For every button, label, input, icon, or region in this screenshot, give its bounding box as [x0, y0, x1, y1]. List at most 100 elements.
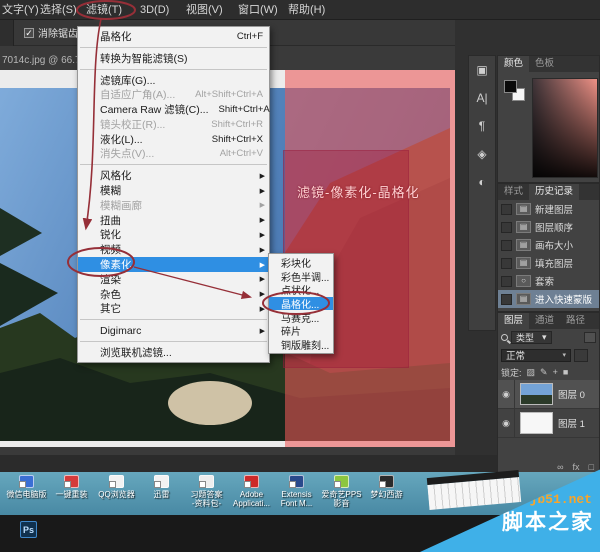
pixelate-submenu-item[interactable]: 铜版雕刻...	[269, 338, 333, 352]
layer-thumbnail[interactable]	[520, 383, 553, 405]
pixelate-submenu-item[interactable]: 马赛克...	[269, 310, 333, 324]
menubar-item-2[interactable]: 选择(S)	[40, 0, 77, 20]
desktop-shortcut[interactable]: Extensis Font M...	[274, 475, 319, 508]
lock-position-icon[interactable]: +	[553, 367, 558, 377]
visibility-eye-icon[interactable]: ◉	[498, 380, 515, 408]
filter-menu-item[interactable]: 液化(L)...Shift+Ctrl+X	[78, 132, 269, 147]
history-state-row[interactable]: ▤图层顺序	[498, 218, 599, 236]
menubar-item-1[interactable]: 文字(Y)	[2, 0, 39, 20]
menubar-item-3[interactable]: 滤镜(T)	[86, 0, 122, 20]
filter-menu-item[interactable]: 风格化▶	[78, 168, 269, 183]
layer-row[interactable]: ◉ 图层 0	[498, 380, 599, 409]
panel-tab-样式[interactable]: 样式	[498, 184, 529, 200]
history-source-checkbox[interactable]	[501, 222, 512, 233]
layer-row[interactable]: ◉图层 1	[498, 409, 599, 438]
layer-filter-toggle-icon[interactable]	[584, 332, 596, 343]
filter-menu-item[interactable]: 转换为智能滤镜(S)	[78, 51, 269, 66]
paragraph-icon[interactable]: ¶	[479, 120, 485, 132]
panel-tab-图层[interactable]: 图层	[498, 313, 529, 329]
menubar-item-4[interactable]: 3D(D)	[140, 0, 169, 20]
desktop-shortcut-label: Extensis Font M...	[281, 490, 313, 508]
pixelate-submenu-item[interactable]: 彩块化	[269, 256, 333, 270]
filter-menu-item[interactable]: 杂色▶	[78, 287, 269, 302]
history-source-checkbox[interactable]	[501, 258, 512, 269]
layer-filter-kind-dropdown[interactable]: 类型 ▾	[511, 331, 552, 344]
filter-menu-item[interactable]: 模糊画廊▶	[78, 198, 269, 213]
desktop-shortcut-icon	[19, 475, 34, 488]
desktop-shortcut[interactable]: 爱奇艺PPS 影音	[319, 475, 364, 508]
filter-menu-item[interactable]: 消失点(V)...Alt+Ctrl+V	[78, 147, 269, 162]
filter-menu-item[interactable]: 渲染▶	[78, 272, 269, 287]
history-state-row[interactable]: ○套索	[498, 272, 599, 290]
pixelate-submenu-item[interactable]: 彩色半调...	[269, 270, 333, 284]
desktop-shortcut[interactable]: 习题答案 -资料包-	[184, 475, 229, 508]
filter-menu-item[interactable]: 滤镜库(G)...	[78, 73, 269, 88]
layer-filter-row: 类型 ▾	[498, 329, 599, 346]
filter-menu-item[interactable]: 自适应广角(A)...Alt+Shift+Ctrl+A	[78, 87, 269, 102]
filter-menu-item[interactable]: Digimarc▶	[78, 323, 269, 338]
submenu-arrow-icon: ▶	[260, 290, 265, 298]
link-layers-icon[interactable]: ∞	[557, 462, 563, 472]
3d-icon[interactable]: ◈	[477, 148, 486, 160]
filter-menu-item[interactable]: 扭曲▶	[78, 213, 269, 228]
pixelate-submenu-item[interactable]: 碎片	[269, 324, 333, 338]
lock-row: 锁定: ▨✎+■	[498, 364, 599, 380]
menu-separator	[80, 164, 267, 165]
color-picker-gradient[interactable]	[532, 78, 598, 178]
history-source-checkbox[interactable]	[501, 276, 512, 287]
menubar-item-6[interactable]: 窗口(W)	[238, 0, 278, 20]
panel-tab-通道[interactable]: 通道	[529, 313, 560, 329]
history-state-row[interactable]: ▤新建图层	[498, 200, 599, 218]
history-state-row[interactable]: ▤画布大小	[498, 236, 599, 254]
lock-all-icon[interactable]: ■	[563, 367, 568, 377]
layer-thumbnail[interactable]	[520, 412, 553, 434]
history-source-checkbox[interactable]	[501, 294, 512, 305]
desktop-shortcut[interactable]: Adobe Applicati...	[229, 475, 274, 508]
menubar-item-7[interactable]: 帮助(H)	[288, 0, 325, 20]
foreground-color-swatch[interactable]	[504, 80, 517, 93]
menubar-item-5[interactable]: 视图(V)	[186, 0, 223, 20]
panel-tab-历史记录[interactable]: 历史记录	[529, 184, 579, 200]
lock-pixels-icon[interactable]: ✎	[540, 367, 548, 378]
foreground-background-swatches[interactable]	[504, 80, 526, 102]
filter-menu-item[interactable]: 视频▶	[78, 242, 269, 257]
desktop-shortcut[interactable]: QQ浏览器	[94, 475, 139, 508]
filter-menu-item[interactable]: 镜头校正(R)...Shift+Ctrl+R	[78, 117, 269, 132]
visibility-eye-icon[interactable]: ◉	[498, 409, 515, 437]
filter-menu-item[interactable]: 模糊▶	[78, 183, 269, 198]
chevron-down-icon: ▾	[542, 332, 547, 343]
desktop-shortcut[interactable]: 一键重装	[49, 475, 94, 508]
panel-tab-颜色[interactable]: 颜色	[498, 56, 529, 72]
filter-menu-item[interactable]: 浏览联机滤镜...	[78, 345, 269, 360]
layer-effects-icon[interactable]: fx	[573, 462, 580, 472]
checkbox-checked-icon[interactable]: ✓	[24, 28, 34, 38]
blend-mode-dropdown[interactable]: 正常 ▾	[501, 349, 571, 362]
pixelate-submenu-item[interactable]: 点状化...	[269, 283, 333, 297]
layer-name: 图层 0	[558, 387, 585, 401]
filter-menu-item[interactable]: 晶格化Ctrl+F	[78, 29, 269, 44]
desktop-shortcut[interactable]: 梦幻西游	[364, 475, 409, 508]
filter-menu-item[interactable]: 锐化▶	[78, 228, 269, 243]
menu-item-shortcut: Shift+Ctrl+X	[202, 134, 263, 145]
layer-mask-icon[interactable]: □	[589, 462, 594, 472]
lock-transparency-icon[interactable]: ▨	[527, 367, 536, 378]
photoshop-taskbar-icon[interactable]: Ps	[20, 521, 37, 538]
antialias-option[interactable]: ✓ 消除锯齿	[24, 25, 78, 40]
history-state-row[interactable]: ▤进入快速蒙版	[498, 290, 599, 308]
history-source-checkbox[interactable]	[501, 204, 512, 215]
adjustments-icon[interactable]: ◐	[478, 176, 485, 188]
panel-tab-色板[interactable]: 色板	[529, 56, 560, 72]
character-icon[interactable]: A|	[476, 92, 487, 104]
filter-menu-item[interactable]: 其它▶	[78, 302, 269, 317]
clone-source-icon[interactable]: ▣	[476, 64, 487, 76]
desktop-shortcut[interactable]: 微信电脑版	[4, 475, 49, 508]
history-source-checkbox[interactable]	[501, 240, 512, 251]
filter-menu-item[interactable]: Camera Raw 滤镜(C)...Shift+Ctrl+A	[78, 102, 269, 117]
panel-tab-路径[interactable]: 路径	[560, 313, 591, 329]
history-state-row[interactable]: ▤填充图层	[498, 254, 599, 272]
filter-menu-item[interactable]: 像素化▶	[78, 257, 269, 272]
desktop-shortcut[interactable]: 迅雷	[139, 475, 184, 508]
history-state-label: 图层顺序	[535, 220, 573, 234]
opacity-field-fragment[interactable]	[574, 349, 588, 362]
pixelate-submenu-item[interactable]: 晶格化...	[269, 297, 333, 311]
